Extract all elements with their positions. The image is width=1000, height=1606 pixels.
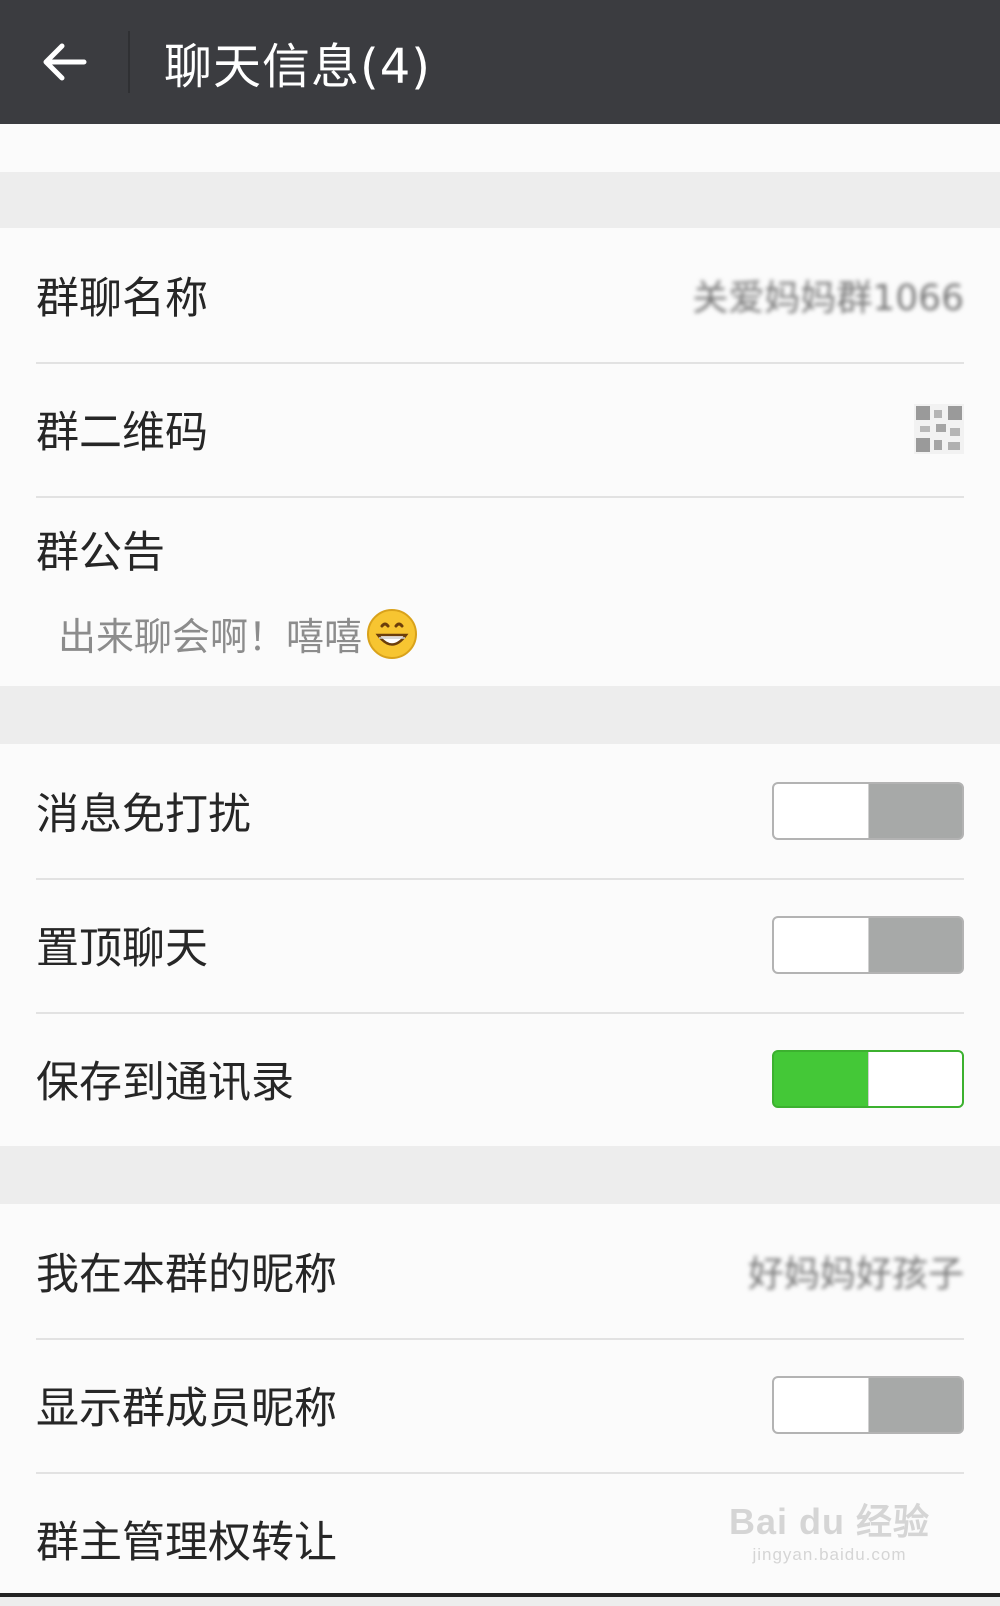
back-button[interactable] [0,0,128,124]
save-contacts-switch[interactable] [772,1050,964,1108]
group-qrcode-label: 群二维码 [36,408,208,458]
qrcode-icon [914,404,964,454]
mute-switch[interactable] [772,782,964,840]
show-nicknames-label: 显示群成员昵称 [36,1384,337,1434]
baidu-watermark: Bai du 经验 jingyan.baidu.com [729,1493,930,1565]
group-qrcode-row[interactable]: 群二维码 [0,362,1000,496]
mute-row: 消息免打扰 [0,744,1000,878]
group-announcement-text: 出来聊会啊！嘻嘻 [58,615,363,659]
bottom-edge [0,1593,1000,1597]
pin-chat-row: 置顶聊天 [0,878,1000,1012]
show-nicknames-row: 显示群成员昵称 [0,1338,1000,1472]
group-name-row[interactable]: 群聊名称 关爱妈妈群1066 [0,228,1000,362]
group-info-section: 群聊名称 关爱妈妈群1066 群二维码 群公告 出来聊会啊！嘻嘻 [0,228,1000,686]
watermark-url: jingyan.baidu.com [752,1545,907,1564]
my-nickname-value: 好妈妈好孩子 [747,1254,964,1295]
save-contacts-row: 保存到通讯录 [0,1012,1000,1146]
arrow-left-icon [43,43,87,81]
chat-settings-section: 消息免打扰 置顶聊天 保存到通讯录 [0,744,1000,1146]
save-contacts-label: 保存到通讯录 [36,1058,294,1108]
mute-label: 消息免打扰 [36,790,251,840]
header-divider [128,31,130,93]
top-bar: 聊天信息(4) [0,0,1000,124]
page-title: 聊天信息(4) [164,39,431,95]
grinning-face-icon [367,608,418,659]
group-announcement-label: 群公告 [36,528,165,578]
show-nicknames-switch[interactable] [772,1376,964,1434]
pin-chat-label: 置顶聊天 [36,924,208,974]
pin-chat-switch[interactable] [772,916,964,974]
group-announcement-row[interactable]: 群公告 出来聊会啊！嘻嘻 [0,496,1000,686]
my-nickname-row[interactable]: 我在本群的昵称 好妈妈好孩子 [0,1204,1000,1338]
watermark-brand: Bai du 经验 [728,1501,930,1542]
group-name-value: 关爱妈妈群1066 [692,278,964,319]
group-name-label: 群聊名称 [36,274,208,324]
group-announcement-content: 出来聊会啊！嘻嘻 [58,606,418,661]
my-nickname-label: 我在本群的昵称 [36,1250,337,1300]
members-area-edge [0,124,1000,172]
